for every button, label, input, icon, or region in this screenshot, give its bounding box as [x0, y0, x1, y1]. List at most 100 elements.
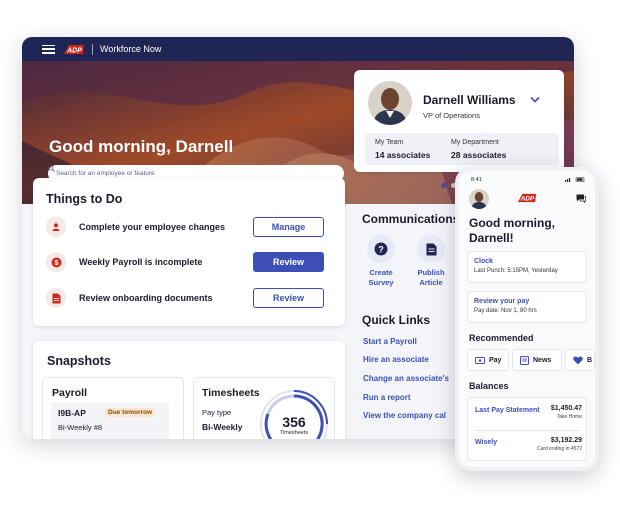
publish-article-label-1: Publish: [417, 268, 445, 277]
profile-stats: My Team 14 associates My Department 28 a…: [365, 133, 559, 165]
publish-article-button[interactable]: Publish Article: [411, 235, 451, 288]
mobile-greeting: Good morning, Darnell!: [469, 216, 555, 246]
todo-item: Complete your employee changes Manage: [46, 215, 336, 239]
pay-date: Pay date: Nov 1, 80 hrs: [474, 308, 537, 314]
adp-logo[interactable]: ADP: [63, 44, 85, 55]
greeting-title: Good morning, Darnell: [49, 137, 234, 156]
my-team-stat[interactable]: My Team 14 associates: [375, 139, 430, 160]
profile-card: Darnell Williams VP of Operations My Tea…: [354, 70, 564, 172]
news-shortcut-label: News: [533, 356, 552, 364]
quick-link[interactable]: Run a report: [363, 393, 411, 402]
my-department-label: My Department: [451, 139, 499, 146]
timesheets-subcard[interactable]: Timesheets Pay type Bi-Weekly 356 Timesh…: [193, 377, 335, 439]
mobile-greeting-line-1: Good morning,: [469, 216, 555, 230]
balance-amount: $1,450.47: [550, 405, 582, 412]
payroll-subcard[interactable]: Payroll I9B-AP Due tomorrow Bi-Weekly #8: [42, 377, 184, 439]
chat-icon[interactable]: [576, 194, 586, 203]
avatar[interactable]: [469, 189, 489, 209]
communications-title: Communications: [362, 212, 460, 226]
news-shortcut[interactable]: News: [512, 349, 562, 371]
menu-icon[interactable]: [42, 44, 55, 54]
profile-name: Darnell Williams: [423, 93, 516, 107]
due-badge: Due tomorrow: [105, 408, 156, 417]
balances-card: Last Pay Statement $1,450.47 Take Home W…: [467, 397, 587, 461]
divider: [92, 43, 93, 55]
review-onboarding-button[interactable]: Review: [253, 288, 324, 308]
recommended-title: Recommended: [469, 333, 534, 343]
timesheets-title: Timesheets: [202, 387, 260, 399]
my-department-stat[interactable]: My Department 28 associates: [451, 139, 506, 160]
money-icon: [475, 356, 485, 364]
question-icon: ?: [367, 235, 395, 263]
todo-label: Complete your employee changes: [79, 222, 226, 232]
create-survey-label-2: Survey: [368, 278, 394, 287]
status-time: 8:41: [471, 177, 482, 183]
benefits-shortcut[interactable]: B: [565, 349, 595, 371]
benefits-shortcut-label: B: [587, 356, 593, 364]
pay-shortcut-label: Pay: [489, 356, 502, 364]
todo-item: $ Weekly Payroll is incomplete Review: [46, 250, 336, 274]
balance-row[interactable]: Wisely $3,192.29 Card ending in 4572: [468, 432, 588, 462]
todo-label: Weekly Payroll is incomplete: [79, 257, 203, 267]
manage-button[interactable]: Manage: [253, 217, 324, 237]
mobile-screen: 8:41 ADP Good morning, Darnell! Clock Las…: [459, 171, 595, 467]
payroll-code: I9B-AP: [58, 408, 86, 418]
chevron-down-icon[interactable]: [530, 96, 540, 103]
search-placeholder: Search for an employee or feature: [56, 170, 155, 177]
top-navigation-bar: ADP Workforce Now: [22, 37, 574, 61]
create-survey-button[interactable]: ? Create Survey: [361, 235, 401, 288]
mobile-phone-frame: 8:41 ADP Good morning, Darnell! Clock Las…: [455, 167, 599, 471]
balance-sub: Take Home: [556, 414, 582, 420]
review-pay-card[interactable]: Review your pay Pay date: Nov 1, 80 hrs: [467, 291, 587, 323]
create-survey-label-1: Create: [369, 268, 393, 277]
avatar[interactable]: [368, 81, 412, 125]
heart-icon: [573, 356, 583, 364]
payroll-cycle: Bi-Weekly #8: [58, 423, 103, 432]
quick-link[interactable]: Change an associate's: [363, 374, 449, 383]
review-payroll-button[interactable]: Review: [253, 252, 324, 272]
things-to-do-title: Things to Do: [46, 192, 123, 206]
publish-article-label-2: Article: [419, 278, 443, 287]
things-to-do-card: Things to Do Complete your employee chan…: [33, 178, 345, 326]
mobile-greeting-line-2: Darnell!: [469, 231, 514, 245]
payroll-run-item[interactable]: I9B-AP Due tomorrow Bi-Weekly #8: [51, 402, 169, 439]
todo-label: Review onboarding documents: [79, 293, 213, 303]
pay-type-value: Bi-Weekly: [202, 422, 243, 432]
balance-row[interactable]: Last Pay Statement $1,450.47 Take Home: [468, 400, 588, 430]
status-icons: [565, 177, 585, 182]
pay-shortcut[interactable]: Pay: [467, 349, 509, 371]
balance-name: Wisely: [475, 439, 498, 446]
balance-name: Last Pay Statement: [475, 407, 540, 414]
quick-link[interactable]: View the company cal: [363, 411, 446, 420]
document-icon: [46, 288, 66, 308]
quick-link[interactable]: Hire an associate: [363, 355, 429, 364]
my-team-value: 14 associates: [375, 150, 431, 160]
my-team-label: My Team: [375, 139, 404, 146]
quick-link[interactable]: Start a Payroll: [363, 337, 417, 346]
timesheets-count: 356: [282, 414, 306, 430]
adp-logo: ADP: [517, 193, 537, 203]
news-icon: [520, 355, 529, 365]
svg-text:?: ?: [378, 244, 384, 254]
svg-text:ADP: ADP: [66, 47, 82, 54]
clock-last-punch: Last Punch: 5:15PM, Yesterday: [474, 268, 558, 274]
balance-sub: Card ending in 4572: [536, 446, 582, 452]
divider: [474, 430, 580, 431]
clock-title: Clock: [474, 258, 494, 265]
app-title: Workforce Now: [100, 44, 162, 54]
pay-type-label: Pay type: [202, 408, 232, 417]
balance-amount: $3,192.29: [550, 437, 582, 444]
document-icon: [417, 235, 445, 263]
carousel-dots: [441, 183, 456, 188]
payroll-title: Payroll: [52, 387, 88, 399]
search-icon: [48, 165, 55, 172]
snapshots-card: Snapshots Payroll I9B-AP Due tomorrow Bi…: [33, 341, 345, 439]
profile-role: VP of Operations: [423, 111, 480, 120]
dollar-icon: $: [46, 252, 66, 272]
review-pay-title: Review your pay: [474, 298, 530, 305]
snapshots-title: Snapshots: [47, 354, 111, 368]
carousel-dot[interactable]: [441, 183, 446, 188]
svg-text:ADP: ADP: [520, 196, 535, 203]
clock-card[interactable]: Clock Last Punch: 5:15PM, Yesterday: [467, 251, 587, 283]
my-department-value: 28 associates: [451, 150, 507, 160]
